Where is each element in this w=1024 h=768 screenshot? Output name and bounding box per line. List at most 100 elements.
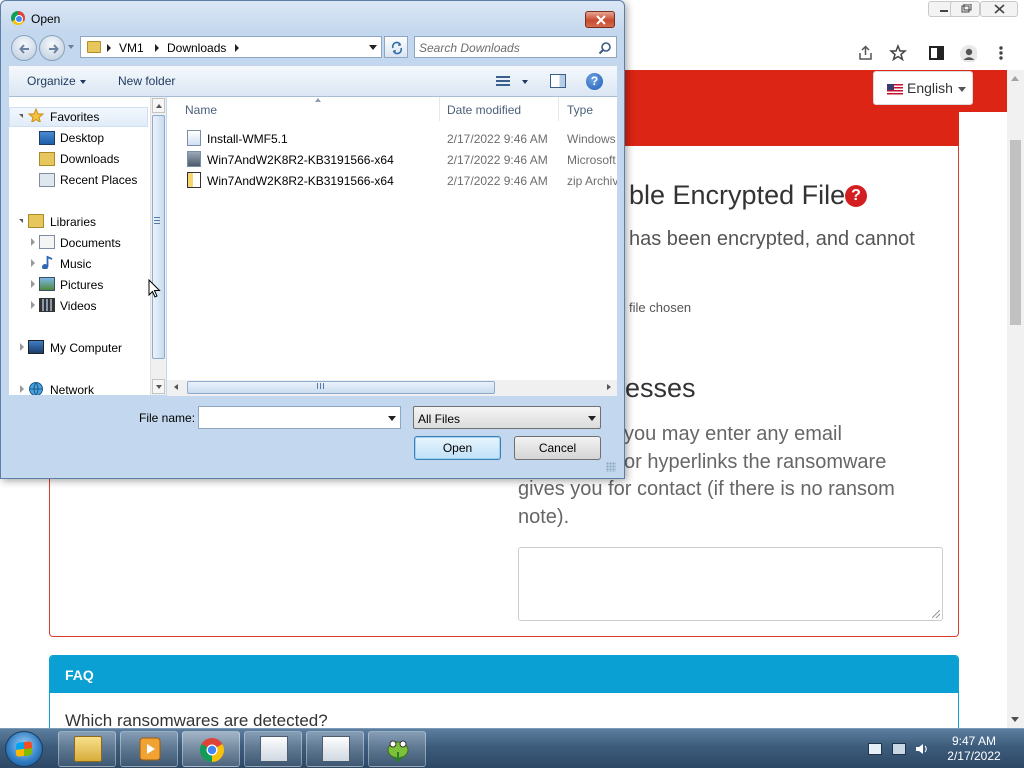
close-browser-button[interactable] — [980, 1, 1018, 17]
address-bar[interactable]: VM1 Downloads — [80, 36, 382, 58]
resize-grip-icon[interactable] — [606, 462, 616, 472]
nav-item-my-computer[interactable]: My Computer — [50, 341, 122, 355]
forward-button[interactable] — [39, 35, 65, 61]
restore-icon — [961, 4, 972, 13]
addresses-textarea[interactable] — [518, 547, 943, 621]
help-icon[interactable]: ? — [586, 73, 603, 90]
new-folder-button[interactable]: New folder — [118, 74, 175, 88]
dialog-title: Open — [31, 12, 61, 26]
open-button[interactable]: Open — [414, 436, 501, 460]
organize-chevron-icon[interactable] — [80, 80, 86, 84]
taskbar-clock[interactable]: 9:47 AM 2/17/2022 — [940, 734, 1008, 764]
file-name-dropdown-icon[interactable] — [388, 416, 396, 421]
organize-button[interactable]: Organize — [27, 74, 76, 88]
cancel-button[interactable]: Cancel — [514, 436, 601, 460]
taskbar-app-button[interactable] — [368, 731, 426, 767]
volume-icon[interactable] — [915, 743, 929, 755]
change-view-icon[interactable] — [496, 76, 510, 88]
action-center-flag-icon[interactable] — [868, 743, 882, 755]
scroll-down-arrow-icon[interactable] — [152, 379, 165, 394]
page-scrollbar[interactable] — [1007, 70, 1024, 728]
file-list-horizontal-scrollbar[interactable] — [167, 380, 617, 396]
breadcrumb-separator-icon[interactable] — [235, 44, 239, 52]
scroll-right-arrow-icon[interactable] — [607, 384, 611, 390]
taskbar-window-button[interactable] — [244, 731, 302, 767]
taskbar-chrome-button[interactable] — [182, 731, 240, 767]
nav-item-favorites[interactable]: Favorites — [50, 110, 99, 124]
dialog-close-button[interactable] — [585, 11, 615, 28]
language-selector[interactable]: English — [873, 71, 973, 105]
faq-title: FAQ — [50, 656, 958, 693]
nav-item-desktop[interactable]: Desktop — [60, 131, 104, 145]
side-panel-icon[interactable] — [928, 44, 946, 62]
start-button[interactable] — [5, 731, 43, 767]
file-type: zip Archive — [567, 174, 617, 188]
expand-music-icon[interactable] — [31, 259, 35, 267]
nav-item-music[interactable]: Music — [60, 257, 91, 271]
restore-button[interactable] — [950, 1, 980, 17]
expand-videos-icon[interactable] — [31, 301, 35, 309]
nav-item-videos[interactable]: Videos — [60, 299, 96, 313]
profile-avatar-icon[interactable] — [959, 44, 977, 62]
file-name: Win7AndW2K8R2-KB3191566-x64 — [207, 153, 394, 167]
file-chosen-status: file chosen — [629, 300, 692, 315]
breadcrumb-separator-icon[interactable] — [155, 44, 159, 52]
search-icon[interactable] — [598, 41, 612, 55]
expand-pictures-icon[interactable] — [31, 280, 35, 288]
scroll-up-arrow-icon[interactable] — [1011, 76, 1019, 81]
bookmark-star-icon[interactable] — [889, 44, 907, 62]
address-dropdown-icon[interactable] — [369, 45, 377, 50]
scroll-up-arrow-icon[interactable] — [152, 98, 165, 113]
column-header-name[interactable]: Name — [177, 97, 440, 121]
expand-favorites-icon[interactable] — [19, 114, 23, 118]
expand-documents-icon[interactable] — [31, 238, 35, 246]
refresh-button[interactable] — [384, 36, 408, 58]
file-row[interactable]: Win7AndW2K8R2-KB3191566-x64 2/17/2022 9:… — [167, 149, 617, 170]
help-question-icon[interactable]: ? — [845, 185, 867, 207]
file-type-filter-select[interactable]: All Files — [413, 406, 601, 429]
breadcrumb-vm1[interactable]: VM1 — [119, 41, 144, 55]
network-status-icon[interactable] — [892, 743, 906, 755]
expand-libraries-icon[interactable] — [19, 219, 23, 223]
nav-item-libraries[interactable]: Libraries — [50, 215, 96, 229]
recent-locations-dropdown-icon[interactable] — [68, 45, 74, 49]
scroll-down-arrow-icon[interactable] — [1011, 717, 1019, 722]
page-scroll-thumb[interactable] — [1010, 140, 1021, 325]
file-row[interactable]: Win7AndW2K8R2-KB3191566-x64 2/17/2022 9:… — [167, 170, 617, 191]
expand-network-icon[interactable] — [20, 385, 24, 393]
file-list-scroll-thumb[interactable] — [187, 381, 495, 394]
file-name-input[interactable] — [202, 410, 382, 425]
breadcrumb-downloads[interactable]: Downloads — [167, 41, 226, 55]
nav-pane-scrollbar[interactable] — [150, 97, 166, 395]
nav-item-downloads[interactable]: Downloads — [60, 152, 119, 166]
breadcrumb-separator-icon[interactable] — [107, 44, 111, 52]
nav-item-recent-places[interactable]: Recent Places — [60, 173, 137, 187]
chevron-down-icon — [958, 87, 966, 92]
dialog-titlebar[interactable]: Open — [1, 1, 624, 31]
column-header-type[interactable]: Type — [559, 97, 617, 121]
share-icon[interactable] — [857, 44, 875, 62]
taskbar-explorer-button[interactable] — [58, 731, 116, 767]
expand-my-computer-icon[interactable] — [20, 343, 24, 351]
file-list-pane: Name Date modified Type Install-WMF5.1 2… — [167, 97, 617, 395]
nav-item-documents[interactable]: Documents — [60, 236, 121, 250]
nav-item-network[interactable]: Network — [50, 383, 94, 395]
pictures-icon — [39, 277, 55, 291]
media-player-icon — [139, 737, 161, 761]
column-header-date[interactable]: Date modified — [439, 97, 559, 121]
file-type: Windows — [567, 132, 616, 146]
view-options-chevron-icon[interactable] — [522, 80, 528, 84]
search-input[interactable] — [419, 40, 594, 55]
nav-item-pictures[interactable]: Pictures — [60, 278, 103, 292]
file-row[interactable]: Install-WMF5.1 2/17/2022 9:46 AM Windows — [167, 128, 617, 149]
search-box[interactable] — [414, 36, 617, 58]
taskbar-media-player-button[interactable] — [120, 731, 178, 767]
nav-scroll-thumb[interactable] — [152, 115, 165, 359]
preview-pane-icon[interactable] — [550, 74, 566, 88]
taskbar-window-button[interactable] — [306, 731, 364, 767]
back-button[interactable] — [11, 35, 37, 61]
browser-menu-icon[interactable] — [996, 44, 1014, 62]
file-name-field[interactable] — [198, 406, 401, 429]
scroll-left-arrow-icon[interactable] — [174, 384, 178, 390]
sort-ascending-icon — [315, 98, 321, 102]
